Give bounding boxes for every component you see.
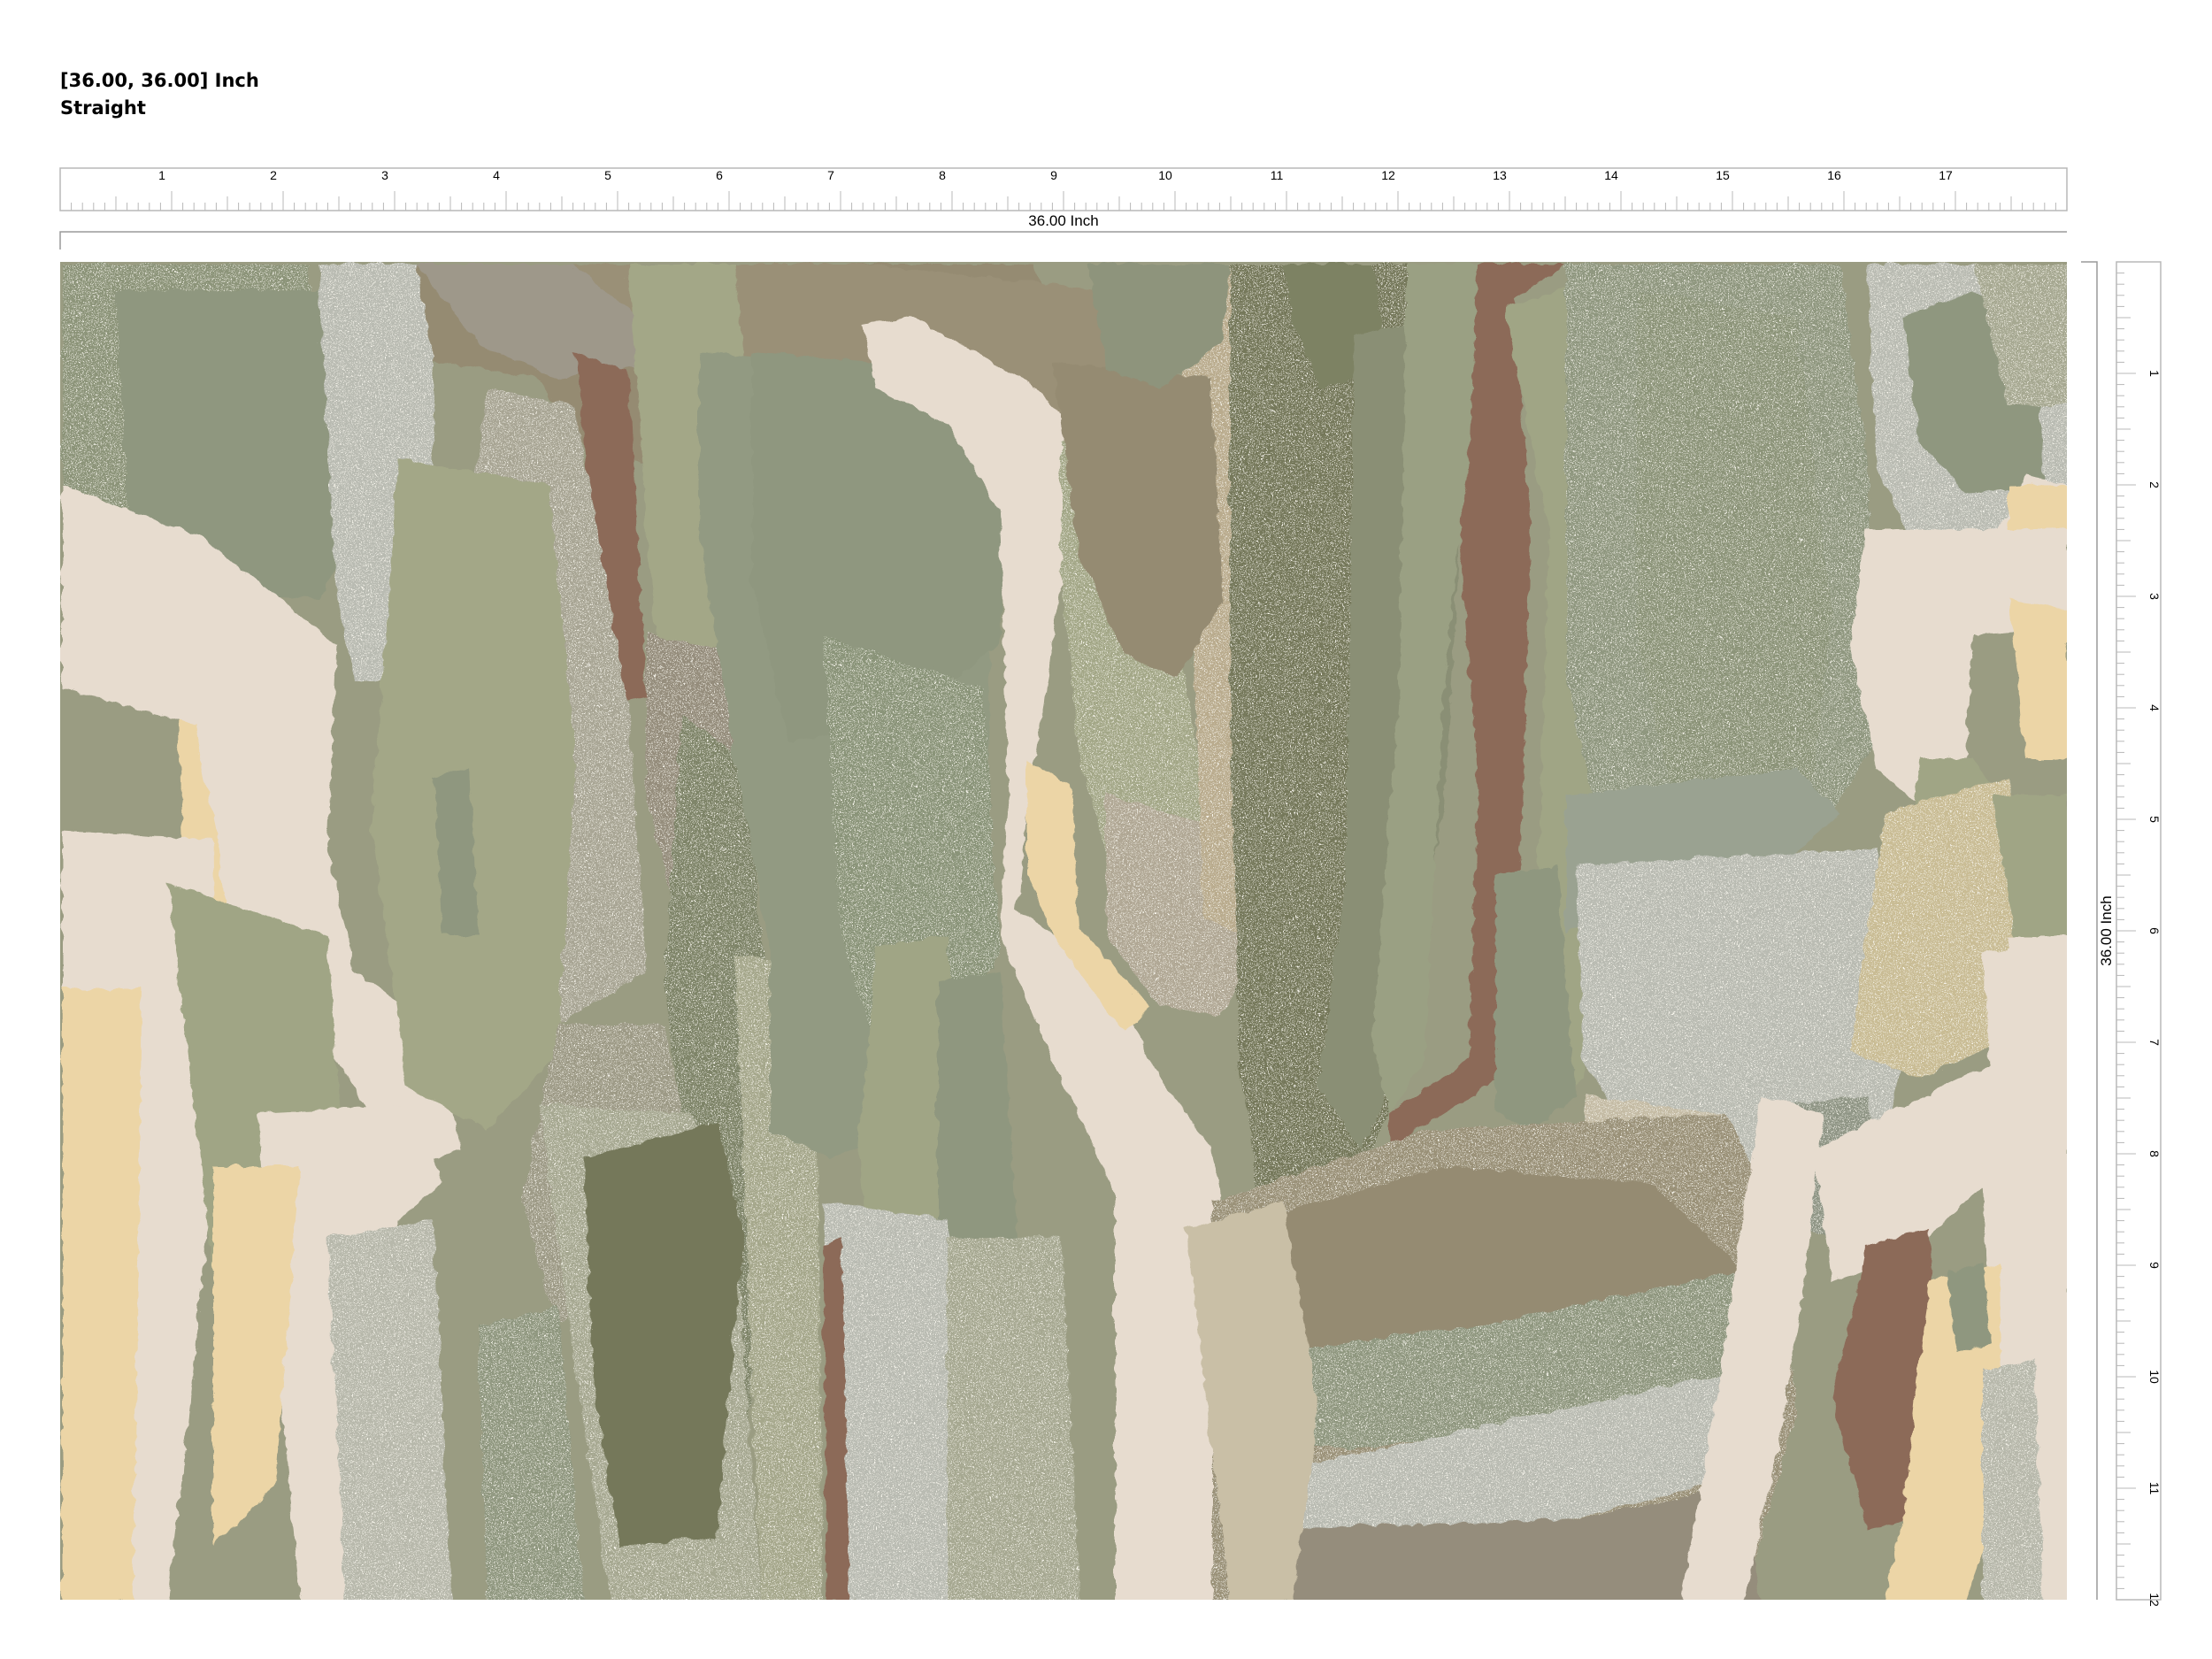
vertical-ruler-tick-1: 1: [2147, 370, 2162, 377]
width-dimension-line: [59, 231, 2067, 250]
fabric-pattern-artwork: [60, 262, 2067, 1600]
ruler-tick-6: 6: [716, 168, 723, 182]
ruler-tick-16: 16: [1827, 168, 1841, 182]
horizontal-ruler: 1 2 3 4 5 6 7 8 9 10 11 12 13 14 15 16 1…: [59, 167, 2068, 250]
ruler-tick-3: 3: [381, 168, 388, 182]
vertical-ruler-tick-11: 11: [2147, 1482, 2162, 1495]
width-dimension-label: 36.00 Inch: [1028, 212, 1098, 229]
ruler-tick-12: 12: [1381, 168, 1395, 182]
vertical-ruler-tick-12: 12: [2147, 1593, 2162, 1607]
height-dimension-label: 36.00 Inch: [2098, 895, 2115, 965]
vertical-ruler-tick-3: 3: [2147, 593, 2162, 600]
ruler-tick-4: 4: [493, 168, 500, 182]
height-dimension-line: [2081, 261, 2098, 1600]
ruler-tick-14: 14: [1604, 168, 1618, 182]
ruler-tick-8: 8: [939, 168, 946, 182]
ruler-tick-5: 5: [604, 168, 611, 182]
ruler-tick-1: 1: [158, 168, 165, 182]
ruler-tick-17: 17: [1939, 168, 1953, 182]
vertical-ruler-tick-8: 8: [2147, 1150, 2162, 1157]
ruler-tick-10: 10: [1158, 168, 1172, 182]
vertical-ruler-tick-10: 10: [2147, 1370, 2162, 1384]
ruler-tick-9: 9: [1050, 168, 1057, 182]
ruler-tick-11: 11: [1271, 168, 1284, 182]
ruler-tick-7: 7: [827, 168, 834, 182]
vertical-ruler-tick-7: 7: [2147, 1039, 2162, 1046]
vertical-ruler-tick-9: 9: [2147, 1262, 2162, 1269]
ruler-tick-15: 15: [1716, 168, 1730, 182]
ruler-tick-2: 2: [270, 168, 277, 182]
vertical-ruler-tick-2: 2: [2147, 481, 2162, 488]
vertical-ruler-tick-5: 5: [2147, 816, 2162, 823]
ruler-tick-13: 13: [1493, 168, 1507, 182]
vertical-ruler-tick-4: 4: [2147, 704, 2162, 711]
vertical-ruler-tick-6: 6: [2147, 927, 2162, 934]
